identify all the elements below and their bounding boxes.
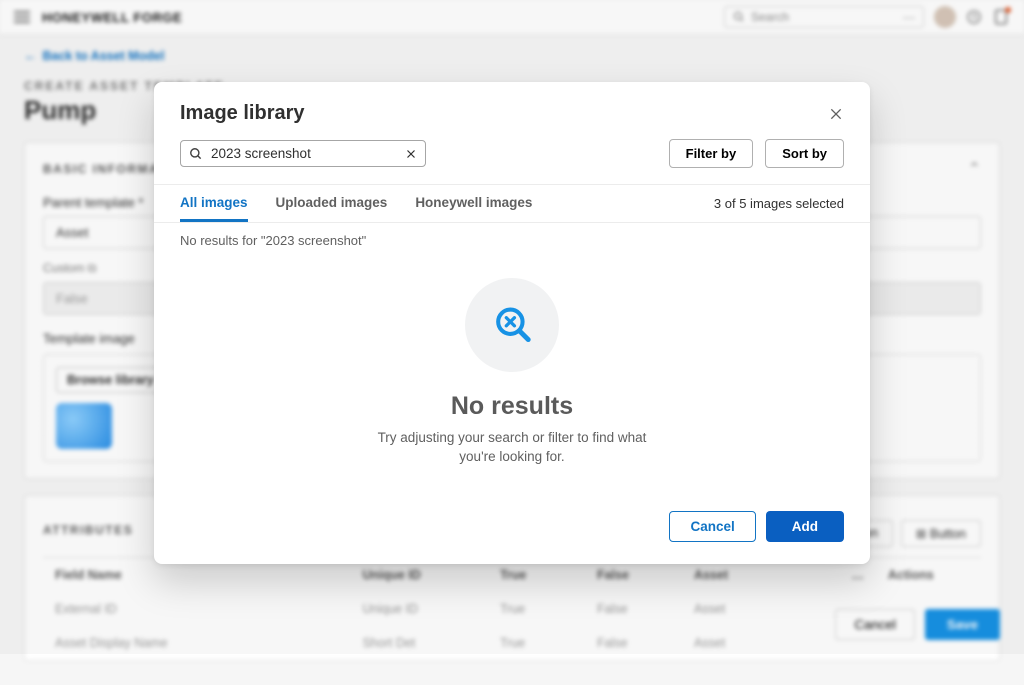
search-icon [189,147,203,161]
sort-by-button[interactable]: Sort by [765,139,844,168]
empty-title: No results [451,392,573,421]
no-results-for-line: No results for "2023 screenshot" [154,223,870,248]
image-search-input[interactable] [211,146,397,161]
clear-search-icon[interactable] [405,148,417,160]
modal-title: Image library [180,102,305,125]
empty-state: No results Try adjusting your search or … [154,248,870,493]
image-search[interactable] [180,140,426,167]
tab-honeywell-images[interactable]: Honeywell images [415,185,532,222]
close-icon[interactable] [828,106,844,122]
selection-count: 3 of 5 images selected [714,196,844,211]
image-library-modal: Image library Filter by Sort by All imag… [154,82,870,564]
tab-all-images[interactable]: All images [180,185,248,222]
tab-uploaded-images[interactable]: Uploaded images [276,185,388,222]
cancel-button[interactable]: Cancel [669,511,755,542]
no-results-icon [465,278,559,372]
filter-by-button[interactable]: Filter by [669,139,754,168]
add-button[interactable]: Add [766,511,844,542]
image-library-tabs: All images Uploaded images Honeywell ima… [180,185,532,222]
empty-subtitle: Try adjusting your search or filter to f… [362,429,662,467]
